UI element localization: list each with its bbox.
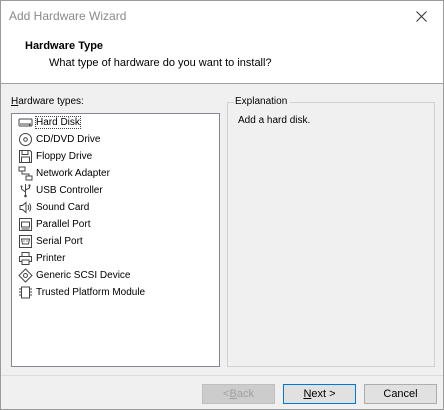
hardware-list-item[interactable]: Hard Disk [12, 114, 219, 131]
hardware-list-item-label: Hard Disk [35, 116, 81, 129]
page-title: Hardware Type [25, 40, 104, 52]
hardware-list-item[interactable]: Sound Card [12, 199, 219, 216]
hardware-list-item-label: Serial Port [36, 236, 83, 247]
close-button[interactable] [399, 1, 443, 31]
network-icon [18, 166, 33, 181]
hardware-list-item[interactable]: Trusted Platform Module [12, 284, 219, 301]
wizard-footer: < Back Next > Cancel [1, 375, 443, 409]
hardware-list-item[interactable]: CD/DVD Drive [12, 131, 219, 148]
hardware-list-item-label: Floppy Drive [36, 151, 93, 162]
hardware-list-item-label: CD/DVD Drive [36, 134, 101, 145]
hardware-list-item-label: Sound Card [36, 202, 90, 213]
floppy-icon [18, 149, 33, 164]
serial-port-icon [18, 234, 33, 249]
window-title: Add Hardware Wizard [9, 9, 127, 23]
title-bar: Add Hardware Wizard [1, 1, 443, 31]
hardware-list-item[interactable]: Generic SCSI Device [12, 267, 219, 284]
printer-icon [18, 251, 33, 266]
add-hardware-wizard-window: Add Hardware Wizard Hardware Type What t… [0, 0, 444, 410]
hardware-list-item[interactable]: Printer [12, 250, 219, 267]
wizard-header: Hardware Type What type of hardware do y… [1, 31, 443, 84]
hardware-list-item-label: USB Controller [36, 185, 103, 196]
hardware-list-item[interactable]: Floppy Drive [12, 148, 219, 165]
hardware-list-item[interactable]: Parallel Port [12, 216, 219, 233]
hardware-list-item-label: Network Adapter [36, 168, 110, 179]
explanation-text: Add a hard disk. [238, 115, 311, 126]
hardware-list-item[interactable]: Network Adapter [12, 165, 219, 182]
page-subtitle: What type of hardware do you want to ins… [49, 57, 272, 69]
scsi-icon [18, 268, 33, 283]
hardware-list-item-label: Trusted Platform Module [36, 287, 146, 298]
next-button[interactable]: Next > [283, 384, 356, 404]
hardware-types-label: Hardware types: [11, 96, 84, 107]
usb-icon [18, 183, 33, 198]
hardware-list-item-label: Generic SCSI Device [36, 270, 131, 281]
hardware-list-item-label: Parallel Port [36, 219, 91, 230]
parallel-port-icon [18, 217, 33, 232]
explanation-legend: Explanation [234, 96, 291, 107]
wizard-body: Hardware types: Hard Disk CD/DVD Drive Flo… [1, 85, 443, 375]
hard-disk-icon [18, 115, 33, 130]
sound-icon [18, 200, 33, 215]
close-icon [415, 10, 427, 22]
hardware-list-item-label: Printer [36, 253, 66, 264]
hardware-list-item[interactable]: Serial Port [12, 233, 219, 250]
explanation-group [227, 102, 435, 367]
cancel-button[interactable]: Cancel [364, 384, 437, 404]
cd-dvd-icon [18, 132, 33, 147]
back-button[interactable]: < Back [202, 384, 275, 404]
hardware-types-list[interactable]: Hard Disk CD/DVD Drive Floppy Drive Network… [11, 113, 220, 367]
tpm-icon [18, 285, 33, 300]
hardware-list-item[interactable]: USB Controller [12, 182, 219, 199]
